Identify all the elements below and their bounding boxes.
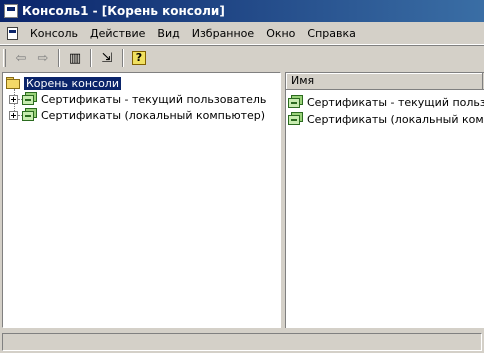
status-bar — [0, 331, 484, 353]
menu-action[interactable]: Действие — [84, 25, 151, 43]
forward-arrow-icon: ⇨ — [37, 50, 49, 66]
document-window-icon[interactable] — [5, 26, 21, 42]
window-title: Консоль1 - [Корень консоли] — [22, 4, 225, 18]
certificates-icon — [22, 108, 38, 122]
show-hide-tree-icon: ▥ — [68, 50, 82, 66]
back-button[interactable]: ⇦ — [10, 48, 32, 68]
folder-icon — [5, 76, 21, 90]
tree-item-label: Корень консоли — [23, 75, 122, 91]
list-header: Имя — [286, 73, 484, 90]
certificates-icon — [22, 92, 38, 106]
expand-icon[interactable] — [9, 110, 18, 120]
menu-console[interactable]: Консоль — [24, 25, 84, 43]
list-item-label: Сертификаты (локальный комп... — [307, 112, 484, 126]
toolbar: ⇦ ⇨ ▥ ⇲ ? — [0, 46, 484, 70]
toolbar-separator — [122, 49, 124, 67]
tree-item-label: Сертификаты (локальный компьютер) — [41, 108, 266, 122]
result-list-pane[interactable]: Имя Сертификаты - текущий пользова... Се… — [285, 72, 484, 328]
tree-item-certificates-local-computer[interactable]: Сертификаты (локальный компьютер) — [9, 107, 265, 123]
toolbar-grip[interactable] — [3, 49, 6, 67]
certificates-icon — [288, 112, 304, 126]
status-panel — [2, 333, 482, 351]
forward-button[interactable]: ⇨ — [32, 48, 54, 68]
help-icon: ? — [131, 51, 147, 65]
list-item-label: Сертификаты - текущий пользова... — [307, 95, 484, 109]
show-hide-tree-button[interactable]: ▥ — [64, 48, 86, 68]
menu-favorites[interactable]: Избранное — [186, 25, 260, 43]
menu-bar: Консоль Действие Вид Избранное Окно Спра… — [0, 23, 484, 45]
certificates-icon — [288, 95, 304, 109]
expand-icon[interactable] — [9, 94, 18, 104]
tree-item-label: Сертификаты - текущий пользователь — [41, 92, 267, 106]
title-bar[interactable]: Консоль1 - [Корень консоли] — [0, 0, 484, 22]
list-item[interactable]: Сертификаты (локальный комп... — [288, 111, 484, 127]
back-arrow-icon: ⇦ — [15, 50, 27, 66]
mmc-app-icon[interactable] — [4, 4, 18, 18]
console-tree-pane[interactable]: Корень консоли Сертификаты - текущий пол… — [2, 72, 281, 328]
list-item[interactable]: Сертификаты - текущий пользова... — [288, 94, 484, 110]
tree-item-console-root[interactable]: Корень консоли — [5, 75, 122, 91]
toolbar-separator — [90, 49, 92, 67]
menu-view[interactable]: Вид — [151, 25, 185, 43]
menu-window[interactable]: Окно — [260, 25, 301, 43]
toolbar-separator — [58, 49, 60, 67]
export-list-icon: ⇲ — [101, 50, 113, 66]
help-button[interactable]: ? — [128, 48, 150, 68]
export-list-button[interactable]: ⇲ — [96, 48, 118, 68]
tree-item-certificates-current-user[interactable]: Сертификаты - текущий пользователь — [9, 91, 266, 107]
column-header-name[interactable]: Имя — [286, 73, 483, 89]
menu-help[interactable]: Справка — [301, 25, 361, 43]
